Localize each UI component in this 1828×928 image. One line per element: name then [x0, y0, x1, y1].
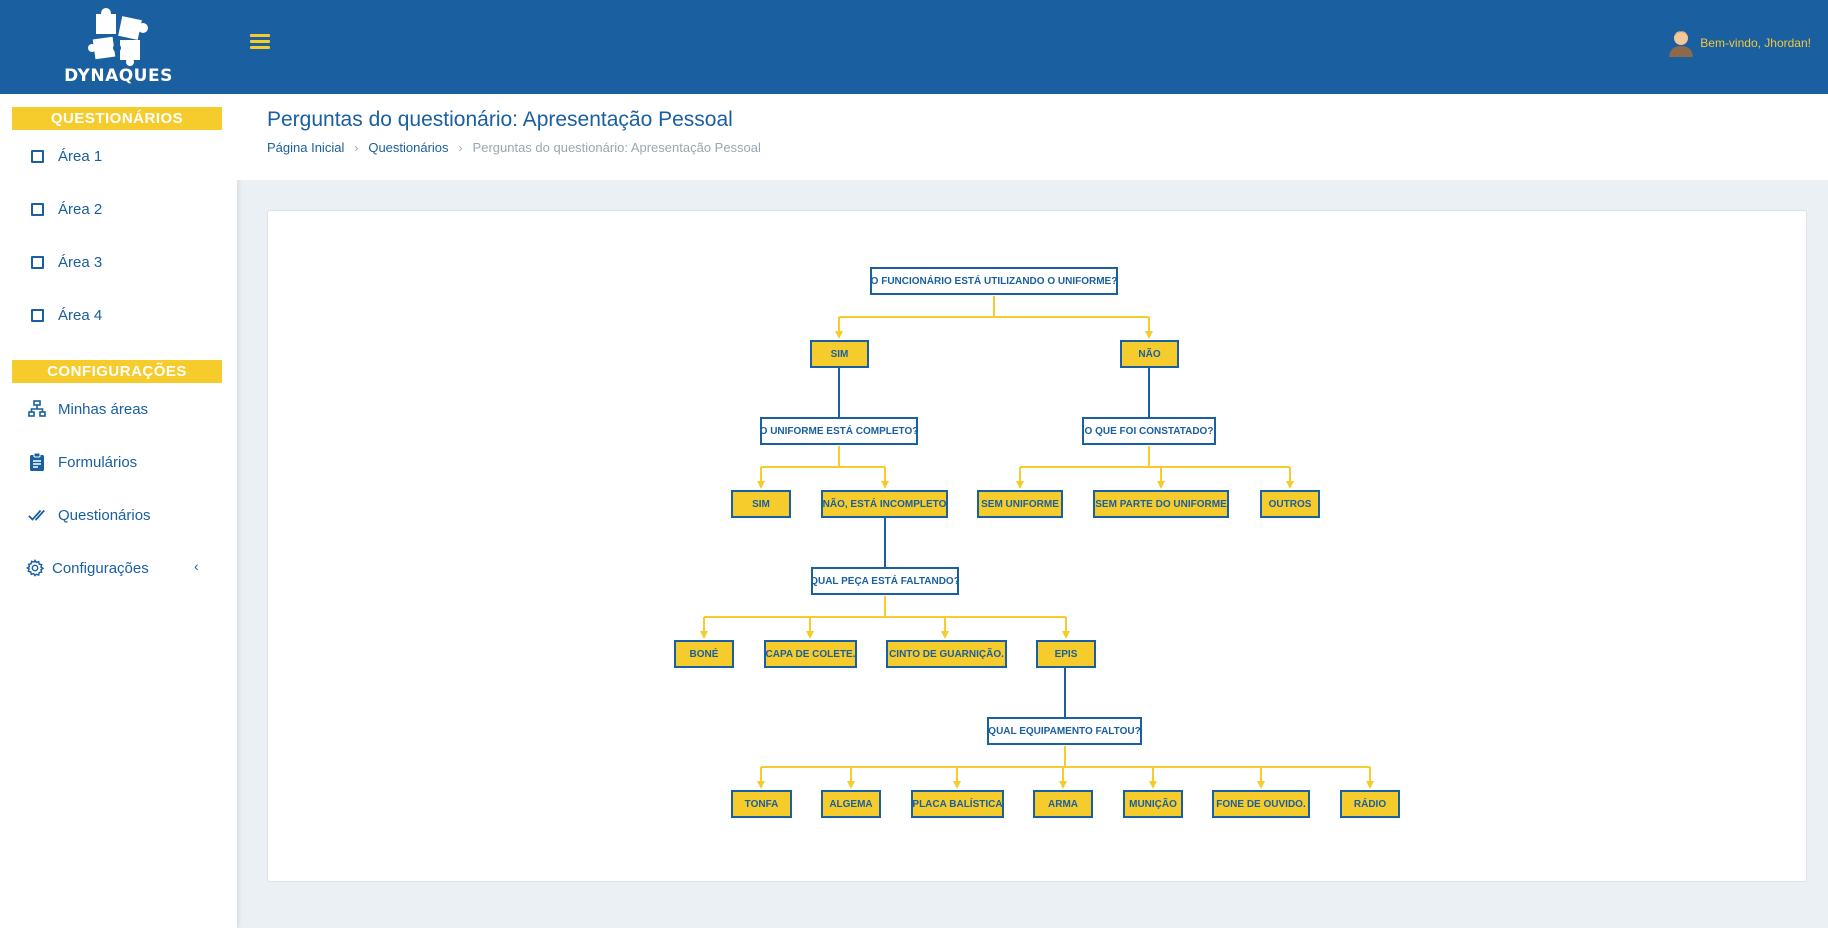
- logo-text: DYNAQUES: [64, 66, 173, 86]
- section-configuracoes: CONFIGURAÇÕES: [12, 360, 222, 383]
- page-header: Perguntas do questionário: Apresentação …: [237, 94, 1828, 180]
- question-node[interactable]: O UNIFORME ESTÁ COMPLETO?: [760, 417, 918, 445]
- breadcrumb-home[interactable]: Página Inicial: [267, 140, 344, 155]
- sidebar-item-label: Configurações: [52, 559, 149, 577]
- clipboard-icon: [28, 453, 46, 471]
- user-menu[interactable]: Bem-vindo, Jhordan!: [1668, 29, 1811, 57]
- checkbox-icon: [28, 253, 46, 271]
- answer-node[interactable]: EPIS: [1036, 640, 1096, 668]
- hamburger-menu-icon[interactable]: [250, 31, 270, 51]
- breadcrumb: Página Inicial › Questionários › Pergunt…: [267, 140, 761, 155]
- questionnaire-tree-card: O FUNCIONÁRIO ESTÁ UTILIZANDO O UNIFORME…: [267, 210, 1807, 882]
- sidebar-item-area-2[interactable]: Área 2: [28, 196, 102, 222]
- sidebar-item-formularios[interactable]: Formulários: [28, 449, 137, 475]
- checkbox-icon: [28, 147, 46, 165]
- breadcrumb-current: Perguntas do questionário: Apresentação …: [472, 140, 761, 155]
- answer-node[interactable]: SIM: [731, 490, 791, 518]
- question-node[interactable]: O QUE FOI CONSTATADO?: [1082, 417, 1216, 445]
- answer-node[interactable]: TONFA: [731, 790, 792, 818]
- logo[interactable]: DYNAQUES: [0, 0, 237, 94]
- answer-node[interactable]: NÃO, ESTÁ INCOMPLETO: [821, 490, 948, 518]
- sidebar: DYNAQUES QUESTIONÁRIOS Área 1 Área 2 Áre…: [0, 0, 237, 928]
- sidebar-item-area-3[interactable]: Área 3: [28, 249, 102, 275]
- welcome-text: Bem-vindo, Jhordan!: [1700, 36, 1811, 50]
- double-check-icon: [28, 506, 46, 524]
- answer-node[interactable]: PLACA BALÍSTICA: [911, 790, 1004, 818]
- answer-node[interactable]: RÁDIO: [1340, 790, 1400, 818]
- answer-node[interactable]: CAPA DE COLETE.: [764, 640, 857, 668]
- answer-node[interactable]: FONE DE OUVIDO.: [1212, 790, 1310, 818]
- question-node[interactable]: QUAL PEÇA ESTÁ FALTANDO?: [811, 567, 959, 595]
- breadcrumb-separator-icon: ›: [354, 140, 359, 155]
- answer-node[interactable]: ARMA: [1033, 790, 1093, 818]
- page-title: Perguntas do questionário: Apresentação …: [267, 108, 733, 131]
- sitemap-icon: [28, 400, 46, 418]
- section-questionarios: QUESTIONÁRIOS: [12, 107, 222, 130]
- checkbox-icon: [28, 200, 46, 218]
- sidebar-item-configuracoes[interactable]: Configurações: [26, 555, 149, 581]
- sidebar-item-label: Questionários: [58, 506, 151, 524]
- answer-node[interactable]: MUNIÇÃO: [1123, 790, 1183, 818]
- answer-node[interactable]: ALGEMA: [821, 790, 881, 818]
- answer-node[interactable]: CINTO DE GUARNIÇÃO.: [886, 640, 1007, 668]
- answer-node[interactable]: SEM UNIFORME: [977, 490, 1063, 518]
- sidebar-item-label: Formulários: [58, 453, 138, 471]
- question-node[interactable]: O FUNCIONÁRIO ESTÁ UTILIZANDO O UNIFORME…: [870, 267, 1118, 295]
- breadcrumb-questionarios[interactable]: Questionários: [368, 140, 448, 155]
- puzzle-logo-icon: [87, 8, 148, 66]
- sidebar-item-area-4[interactable]: Área 4: [28, 302, 102, 328]
- sidebar-item-label: Área 4: [58, 306, 103, 324]
- sidebar-item-label: Área 2: [58, 200, 103, 218]
- tree-connectors: [700, 296, 1374, 789]
- answer-node[interactable]: SEM PARTE DO UNIFORME: [1093, 490, 1229, 518]
- top-navbar: Bem-vindo, Jhordan!: [237, 0, 1828, 94]
- sidebar-item-label: Minhas áreas: [58, 400, 149, 418]
- sidebar-item-label: Área 3: [58, 253, 103, 271]
- question-node[interactable]: QUAL EQUIPAMENTO FALTOU?: [987, 717, 1142, 745]
- checkbox-icon: [28, 306, 46, 324]
- answer-node[interactable]: NÃO: [1120, 340, 1179, 368]
- avatar-icon: [1669, 31, 1694, 57]
- answer-node[interactable]: OUTROS: [1260, 490, 1320, 518]
- answer-node[interactable]: BONÉ: [674, 640, 734, 668]
- answer-node[interactable]: SIM: [810, 340, 869, 368]
- breadcrumb-separator-icon: ›: [458, 140, 463, 155]
- chevron-left-icon[interactable]: ‹: [194, 558, 199, 574]
- sidebar-item-label: Área 1: [58, 147, 103, 165]
- gear-icon: [26, 558, 44, 577]
- sidebar-item-minhas-areas[interactable]: Minhas áreas: [28, 396, 148, 422]
- sidebar-item-area-1[interactable]: Área 1: [28, 143, 102, 169]
- sidebar-item-questionarios[interactable]: Questionários: [28, 502, 151, 528]
